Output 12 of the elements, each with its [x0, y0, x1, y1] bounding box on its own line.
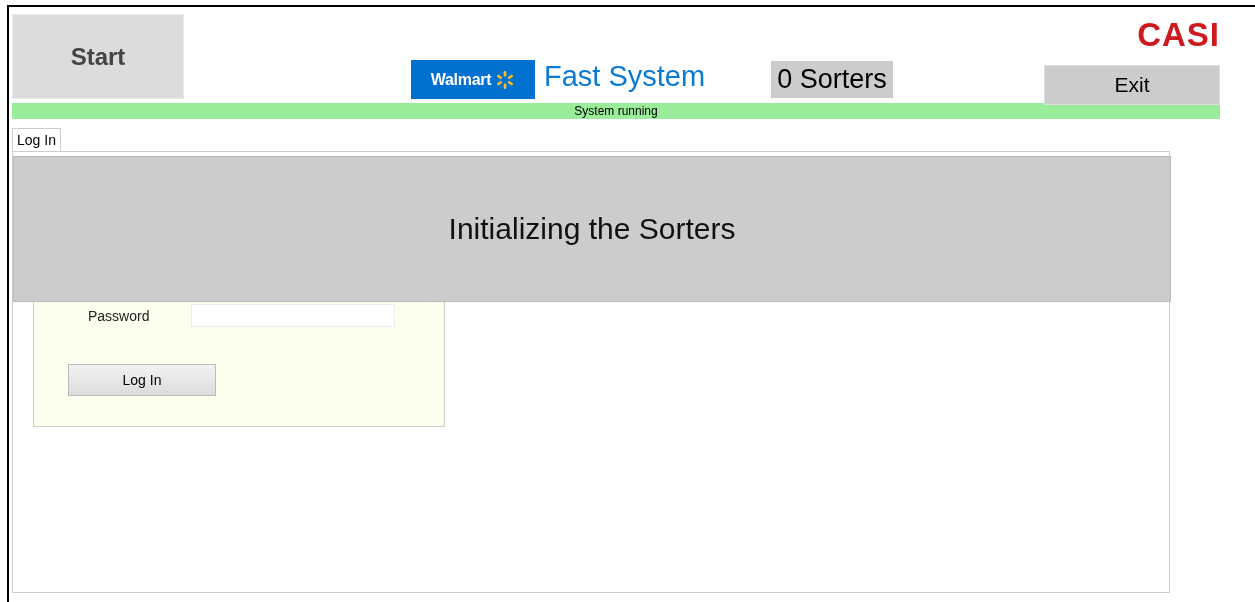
tab[interactable]: Log In	[12, 128, 61, 151]
spark-icon	[495, 69, 516, 90]
start-button[interactable]: Start	[12, 14, 184, 99]
sorter-count: 0 Sorters	[771, 61, 893, 98]
brand-name: Walmart	[430, 70, 492, 89]
status-bar: System running	[12, 103, 1220, 119]
password-label: Password	[88, 307, 150, 324]
app-title: Fast System	[544, 60, 706, 93]
company-logo: CASI	[1137, 18, 1220, 51]
exit-button[interactable]: Exit	[1044, 65, 1220, 105]
login-button[interactable]: Log In	[68, 364, 216, 396]
status-overlay: Initializing the Sorters	[13, 156, 1171, 302]
